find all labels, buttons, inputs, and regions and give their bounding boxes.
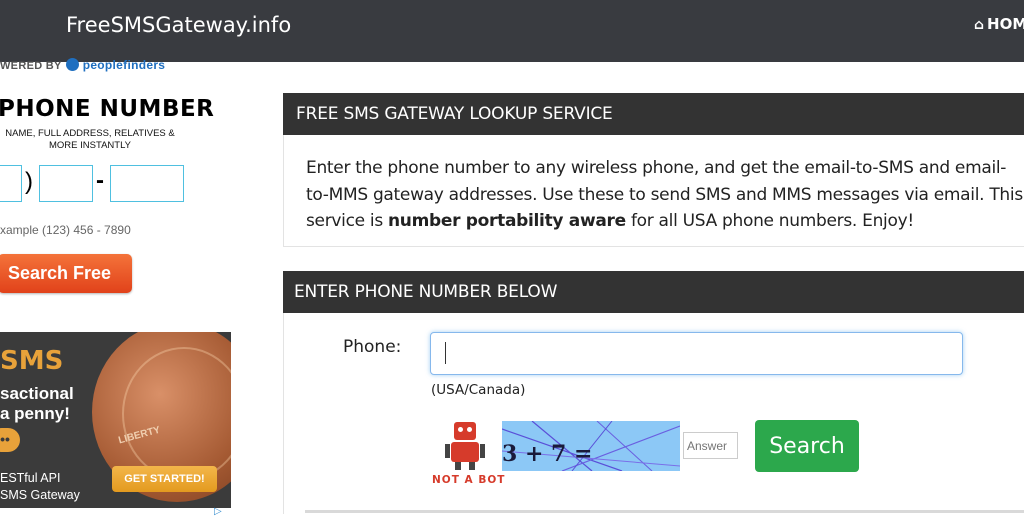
captcha-question: 3 + 7 =: [502, 441, 593, 467]
example-format: xample (123) 456 - 7890: [0, 223, 131, 237]
dash-separator: -: [96, 167, 104, 194]
lookup-description: Enter the phone number to any wireless p…: [306, 155, 1024, 235]
sms-api-ad[interactable]: LIBERTY SMS sactional a penny! •• ESTful…: [0, 332, 231, 508]
area-code-input[interactable]: [0, 165, 22, 202]
description-tail: for all USA phone numbers. Enjoy!: [625, 211, 914, 231]
search-button[interactable]: Search: [755, 420, 859, 472]
powered-by: WERED BY peoplefinders: [0, 58, 165, 72]
lookup-panel-title: FREE SMS GATEWAY LOOKUP SERVICE: [296, 104, 613, 124]
home-icon: ⌂: [974, 17, 985, 33]
search-free-button[interactable]: Search Free: [0, 254, 132, 293]
ad-subtitle: NAME, FULL ADDRESS, RELATIVES & MORE INS…: [5, 128, 175, 151]
chat-bubble-icon: ••: [0, 428, 20, 452]
phone-panel-title: ENTER PHONE NUMBER BELOW: [294, 282, 558, 302]
text-caret: [445, 342, 446, 364]
peoplefinders-brand: peoplefinders: [82, 58, 166, 72]
phone-input[interactable]: [430, 332, 963, 375]
phone-panel-header: ENTER PHONE NUMBER BELOW: [283, 271, 1024, 313]
description-bold: number portability aware: [387, 211, 626, 231]
phone-label: Phone:: [343, 337, 402, 357]
adchoices-icon[interactable]: ▷: [214, 506, 222, 517]
nav-home-link[interactable]: ⌂HOME: [974, 15, 1024, 33]
phone-hint: (USA/Canada): [431, 382, 526, 398]
ad-line-3: ESTful API: [0, 471, 61, 485]
peoplefinders-logo-icon: [65, 58, 79, 71]
ad-sms-headline: SMS: [0, 346, 64, 376]
top-navbar: FreeSMSGateway.info ⌂HOME: [0, 0, 1024, 62]
powered-by-text: WERED BY: [0, 60, 62, 72]
captcha-answer-input[interactable]: [683, 432, 738, 459]
ad-line-4: SMS Gateway: [0, 488, 80, 502]
not-a-bot-label: NOT A BOT: [432, 474, 506, 486]
site-brand-link[interactable]: FreeSMSGateway.info: [66, 13, 291, 37]
lookup-panel-header: FREE SMS GATEWAY LOOKUP SERVICE: [283, 93, 1024, 135]
ad-title: PHONE NUMBER: [0, 96, 215, 122]
prefix-input[interactable]: [39, 165, 93, 202]
nav-home-label: HOME: [987, 15, 1024, 33]
ad-line-2: a penny!: [0, 404, 70, 423]
line-number-input[interactable]: [110, 165, 184, 202]
get-started-button[interactable]: GET STARTED!: [112, 466, 217, 492]
captcha-image: 3 + 7 =: [502, 421, 680, 471]
paren-close: ): [25, 168, 33, 195]
panel-divider: [305, 510, 1024, 513]
not-a-bot-badge: NOT A BOT: [432, 419, 506, 489]
robot-icon: [454, 422, 476, 440]
lookup-panel-body: Enter the phone number to any wireless p…: [283, 135, 1024, 247]
ad-line-1: sactional: [0, 384, 74, 403]
